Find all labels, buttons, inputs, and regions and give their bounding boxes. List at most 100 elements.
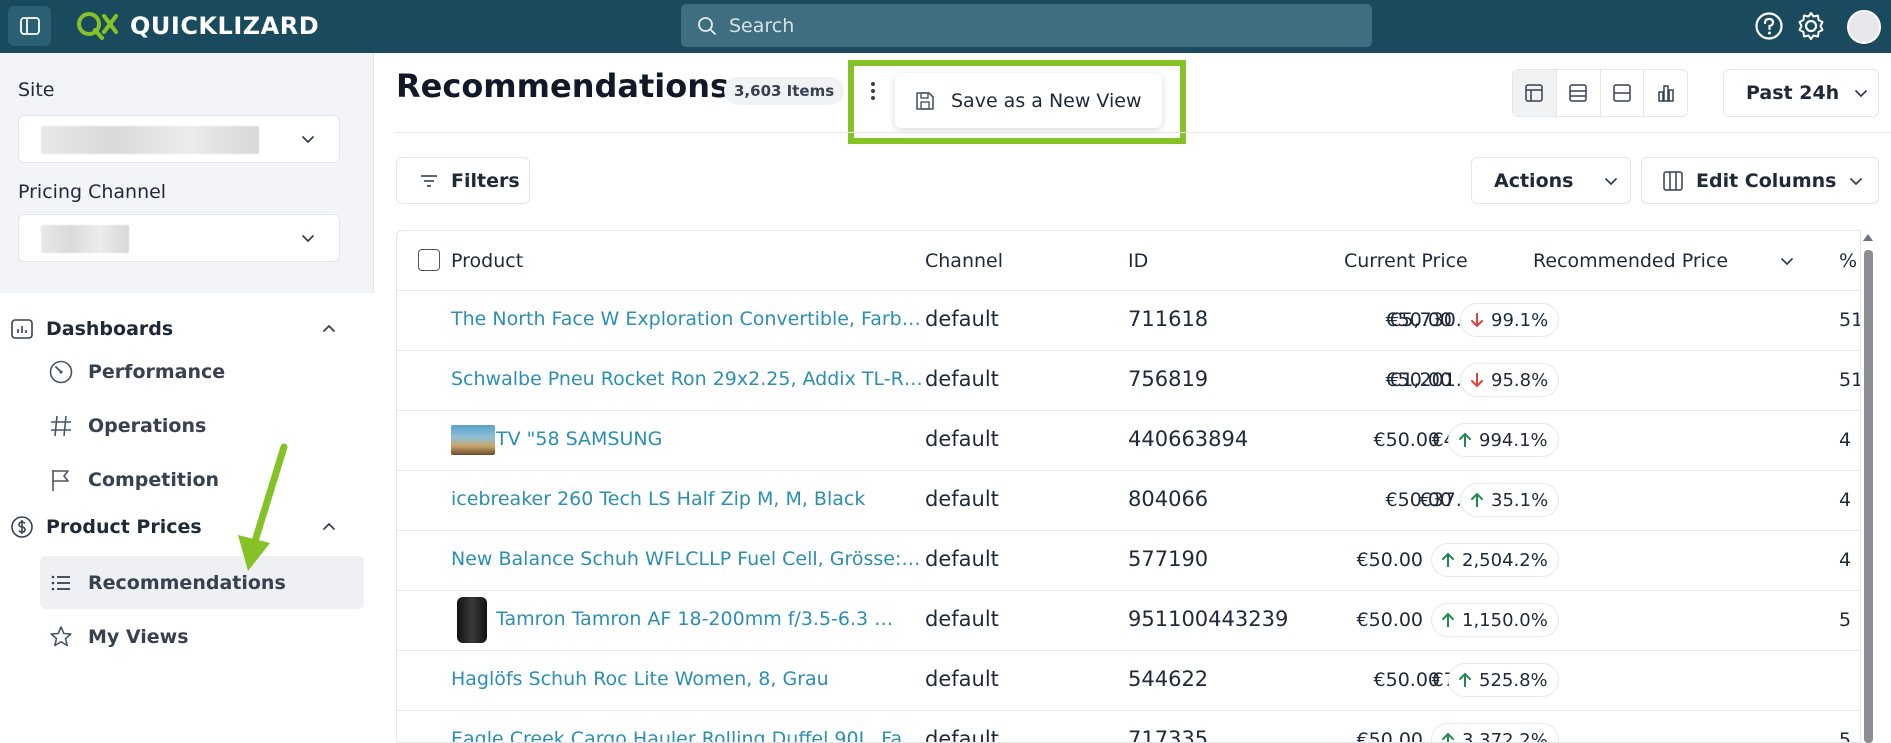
change-value: 994.1% bbox=[1479, 429, 1548, 451]
product-link[interactable]: TV "58 SAMSUNG bbox=[496, 428, 926, 450]
star-icon bbox=[50, 625, 72, 646]
column-header-recommended-price[interactable]: Recommended Price bbox=[1533, 250, 1728, 272]
table-scrollbar[interactable] bbox=[1861, 230, 1875, 743]
channel-cell: default bbox=[925, 607, 999, 631]
view-toggle-group bbox=[1512, 69, 1688, 117]
filters-button[interactable]: Filters bbox=[396, 157, 530, 204]
save-as-new-view-button[interactable]: Save as a New View bbox=[895, 73, 1162, 128]
search-bar[interactable]: Search bbox=[681, 4, 1372, 47]
pricing-channel-label: Pricing Channel bbox=[18, 181, 167, 203]
sidebar-toggle-button[interactable] bbox=[8, 6, 51, 46]
column-header-current-price[interactable]: Current Price bbox=[1344, 250, 1468, 272]
table-row[interactable]: Haglöfs Schuh Roc Lite Women, 8, Grau def… bbox=[397, 651, 1860, 711]
next-column-cell: 4 bbox=[1839, 489, 1852, 511]
chevron-down-icon bbox=[1605, 177, 1618, 185]
arrow-up-icon bbox=[1459, 432, 1471, 447]
change-badge: 525.8% bbox=[1448, 663, 1559, 697]
select-all-checkbox[interactable] bbox=[418, 249, 440, 271]
next-column-cell: 51 bbox=[1839, 369, 1861, 391]
save-view-label: Save as a New View bbox=[951, 89, 1142, 112]
list-icon bbox=[51, 575, 70, 590]
recommended-price-cell: €50.00 bbox=[1356, 729, 1423, 743]
view-rows-button[interactable] bbox=[1557, 70, 1601, 116]
site-select[interactable] bbox=[18, 115, 340, 163]
view-split-button[interactable] bbox=[1601, 70, 1645, 116]
table-row[interactable]: Schwalbe Pneu Rocket Ron 29x2.25, Addix … bbox=[397, 351, 1861, 411]
recommended-price-cell: €50.00 bbox=[1385, 369, 1452, 391]
top-icons bbox=[1751, 8, 1891, 44]
arrow-up-icon bbox=[1471, 492, 1483, 507]
annotation-arrow-icon bbox=[238, 443, 288, 571]
table-row[interactable]: Tamron Tamron AF 18-200mm f/3.5-6.3 … def… bbox=[397, 591, 1860, 651]
recommended-price-cell: €50.00 bbox=[1373, 429, 1440, 451]
table-row[interactable]: The North Face W Exploration Convertible… bbox=[397, 291, 1860, 351]
flag-icon bbox=[52, 469, 69, 491]
change-badge: 2,504.2% bbox=[1431, 543, 1559, 577]
change-value: 525.8% bbox=[1479, 669, 1548, 691]
period-select[interactable]: Past 24h bbox=[1723, 69, 1879, 117]
settings-button[interactable] bbox=[1795, 10, 1827, 42]
column-header-id[interactable]: ID bbox=[1128, 250, 1148, 272]
edit-columns-dropdown[interactable]: Edit Columns bbox=[1641, 157, 1879, 204]
actions-dropdown[interactable]: Actions bbox=[1471, 157, 1631, 204]
more-options-button[interactable] bbox=[865, 77, 881, 105]
gear-icon bbox=[1798, 12, 1824, 40]
table-row[interactable]: icebreaker 260 Tech LS Half Zip M, M, Bl… bbox=[397, 471, 1860, 531]
next-column-cell: 4 bbox=[1839, 429, 1852, 451]
speedometer-icon bbox=[49, 360, 73, 383]
sidebar-item-operations[interactable]: Operations bbox=[40, 399, 364, 452]
table-view-icon bbox=[1525, 84, 1544, 102]
column-header-product[interactable]: Product bbox=[451, 250, 523, 272]
id-cell: 756819 bbox=[1128, 367, 1209, 391]
recommendations-table: Product Channel ID Current Price Recomme… bbox=[396, 230, 1861, 743]
channel-cell: default bbox=[925, 427, 999, 451]
chevron-down-icon bbox=[302, 136, 314, 144]
channel-cell: default bbox=[925, 487, 999, 511]
change-value: 99.1% bbox=[1491, 309, 1549, 331]
dollar-circle-icon bbox=[11, 516, 33, 538]
product-link[interactable]: Haglöfs Schuh Roc Lite Women, 8, Grau bbox=[451, 668, 926, 690]
scrollbar-thumb[interactable] bbox=[1864, 250, 1873, 743]
scroll-up-arrow-icon[interactable] bbox=[1862, 232, 1874, 242]
view-table-button[interactable] bbox=[1513, 70, 1557, 116]
sidebar-item-my-views[interactable]: My Views bbox=[40, 610, 364, 663]
help-button[interactable] bbox=[1753, 10, 1785, 42]
product-link[interactable]: icebreaker 260 Tech LS Half Zip M, M, Bl… bbox=[451, 488, 926, 510]
pricing-channel-select[interactable] bbox=[18, 214, 340, 262]
column-header-channel[interactable]: Channel bbox=[925, 250, 1003, 272]
table-row[interactable]: TV "58 SAMSUNGdefault440663894€4.57€50.0… bbox=[397, 411, 1860, 471]
product-thumbnail bbox=[457, 597, 487, 643]
channel-cell: default bbox=[925, 367, 999, 391]
sidebar-item-label: My Views bbox=[88, 625, 189, 648]
recommended-price-cell: €50.00 bbox=[1373, 669, 1440, 691]
chevron-down-icon bbox=[1850, 177, 1863, 185]
actions-label: Actions bbox=[1494, 169, 1574, 192]
sidebar-item-recommendations[interactable]: Recommendations bbox=[40, 556, 364, 609]
sidebar-item-performance[interactable]: Performance bbox=[40, 345, 364, 398]
product-link[interactable]: New Balance Schuh WFLCLLP Fuel Cell, Grö… bbox=[451, 548, 926, 570]
product-link[interactable]: Eagle Creek Cargo Hauler Rolling Duffel … bbox=[451, 728, 926, 742]
id-cell: 577190 bbox=[1128, 547, 1209, 571]
id-cell: 440663894 bbox=[1128, 427, 1249, 451]
search-placeholder: Search bbox=[729, 14, 795, 37]
sidebar-item-competition[interactable]: Competition bbox=[40, 453, 364, 506]
table-row[interactable]: New Balance Schuh WFLCLLP Fuel Cell, Grö… bbox=[397, 531, 1860, 591]
view-chart-button[interactable] bbox=[1644, 70, 1687, 116]
product-link[interactable]: Tamron Tamron AF 18-200mm f/3.5-6.3 … bbox=[496, 608, 926, 630]
recommended-price-cell: €50.00 bbox=[1385, 309, 1452, 331]
arrow-up-icon bbox=[1459, 672, 1471, 687]
recommended-price-cell: €50.00 bbox=[1356, 549, 1423, 571]
table-row[interactable]: Eagle Creek Cargo Hauler Rolling Duffel … bbox=[397, 711, 1860, 743]
change-value: 2,504.2% bbox=[1462, 549, 1548, 571]
nav-section-dashboards[interactable]: Dashboards bbox=[10, 317, 364, 341]
product-link[interactable]: The North Face W Exploration Convertible… bbox=[451, 308, 926, 330]
nav-section-product-prices[interactable]: Product Prices bbox=[10, 515, 364, 539]
user-avatar[interactable] bbox=[1847, 10, 1881, 44]
product-link[interactable]: Schwalbe Pneu Rocket Ron 29x2.25, Addix … bbox=[451, 368, 926, 390]
app-logo[interactable]: QUICKLIZARD bbox=[76, 10, 319, 42]
channel-value-redacted bbox=[41, 225, 129, 253]
filters-label: Filters bbox=[451, 169, 520, 192]
bar-chart-icon bbox=[1657, 85, 1674, 102]
chevron-down-icon[interactable] bbox=[1779, 253, 1795, 269]
column-header-percent[interactable]: % bbox=[1839, 250, 1857, 272]
